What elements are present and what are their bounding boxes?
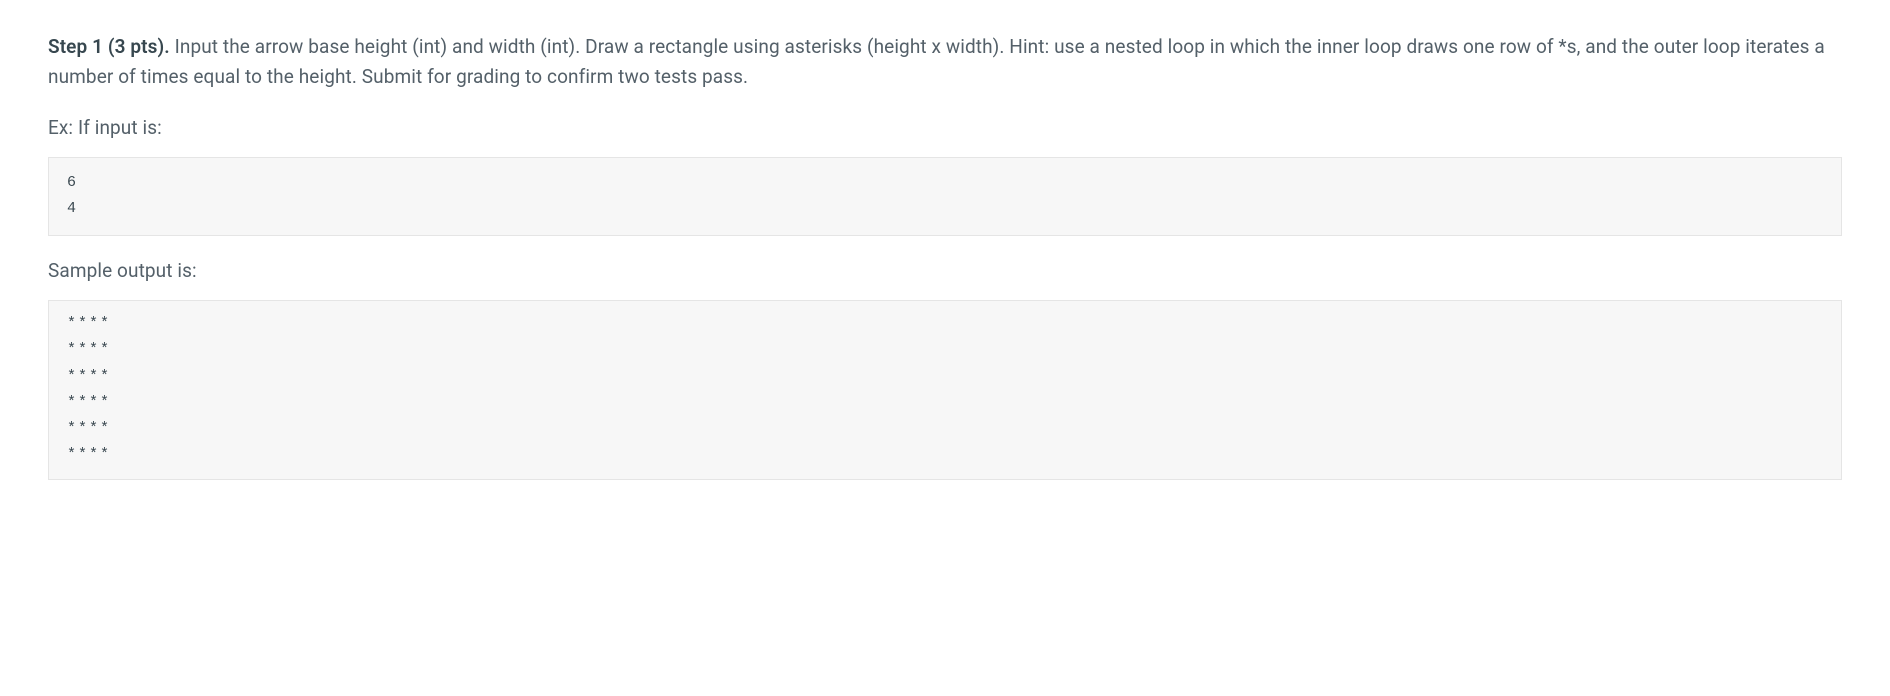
step-body: Input the arrow base height (int) and wi… (48, 35, 1825, 88)
example-output-block: **** **** **** **** **** **** (48, 300, 1842, 480)
example-output-label: Sample output is: (48, 256, 1842, 286)
step-label: Step 1 (3 pts). (48, 35, 170, 58)
example-input-label: Ex: If input is: (48, 113, 1842, 143)
example-input-block: 6 4 (48, 157, 1842, 236)
step-instructions: Step 1 (3 pts). Input the arrow base hei… (48, 32, 1842, 93)
